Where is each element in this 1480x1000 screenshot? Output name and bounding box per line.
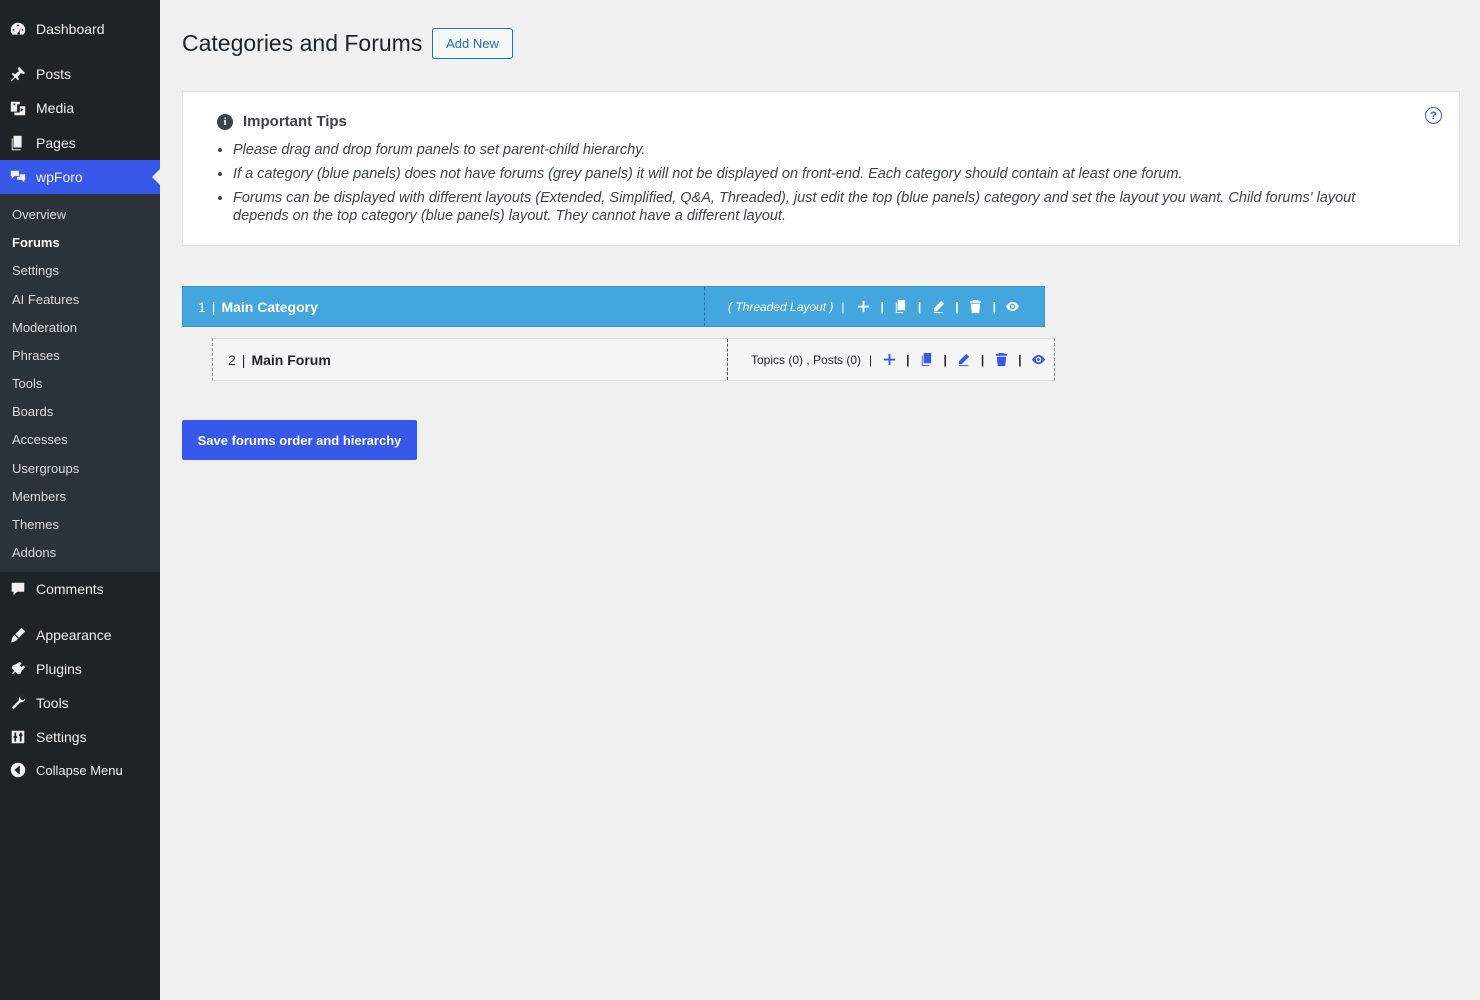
forum-name: Main Forum — [251, 351, 331, 368]
submenu-moderation[interactable]: Moderation — [12, 320, 77, 335]
page-title: Categories and Forums — [182, 30, 423, 56]
forum-actions: Topics (0) , Posts (0) | | | | | — [729, 339, 1054, 380]
menu-tools[interactable]: Tools — [0, 686, 160, 720]
pages-icon — [0, 134, 36, 152]
info-icon: i — [217, 113, 233, 130]
tips-list: Please drag and drop forum panels to set… — [233, 141, 1403, 231]
forum-id: 2 — [228, 351, 236, 368]
menu-label: Collapse Menu — [36, 762, 123, 778]
wpforo-submenu: Overview Forums Settings AI Features Mod… — [0, 194, 160, 572]
collapse-menu[interactable]: Collapse Menu — [0, 753, 160, 787]
comments-icon — [0, 580, 36, 598]
separator: | — [1018, 352, 1022, 367]
submenu-phrases[interactable]: Phrases — [12, 348, 60, 363]
submenu-overview[interactable]: Overview — [12, 207, 66, 222]
category-layout: ( Threaded Layout ) — [728, 299, 834, 314]
menu-label: wpForo — [36, 169, 83, 185]
category-actions: ( Threaded Layout ) | | | | | — [706, 287, 1045, 326]
menu-label: Comments — [36, 581, 104, 597]
menu-label: Pages — [36, 135, 76, 151]
submenu-themes[interactable]: Themes — [12, 517, 59, 532]
separator: | — [992, 299, 996, 314]
category-id: 1 — [198, 298, 206, 315]
tips-heading: i Important Tips — [217, 113, 347, 130]
submenu-settings[interactable]: Settings — [12, 263, 59, 278]
separator: | — [211, 298, 216, 315]
menu-appearance[interactable]: Appearance — [0, 618, 160, 652]
view-icon[interactable] — [1030, 351, 1048, 369]
delete-icon[interactable] — [967, 298, 985, 316]
appearance-icon — [0, 626, 36, 644]
delete-icon[interactable] — [992, 351, 1010, 369]
add-forum-icon[interactable] — [855, 298, 873, 316]
menu-pages[interactable]: Pages — [0, 126, 160, 160]
save-hierarchy-button[interactable]: Save forums order and hierarchy — [182, 420, 417, 460]
tip-item: Forums can be displayed with different l… — [233, 189, 1403, 225]
menu-label: Dashboard — [36, 21, 105, 37]
menu-comments[interactable]: Comments — [0, 572, 160, 606]
tip-item: If a category (blue panels) does not hav… — [233, 165, 1403, 183]
tips-title: Important Tips — [243, 113, 347, 130]
separator: | — [880, 299, 884, 314]
submenu-tools[interactable]: Tools — [12, 376, 42, 391]
menu-settings[interactable]: Settings — [0, 720, 160, 754]
settings-icon — [0, 728, 36, 746]
menu-label: Tools — [36, 695, 69, 711]
submenu-usergroups[interactable]: Usergroups — [12, 461, 79, 476]
submenu-accesses[interactable]: Accesses — [12, 432, 68, 447]
pin-icon — [0, 65, 36, 83]
add-new-button[interactable]: Add New — [432, 28, 513, 59]
media-icon — [0, 99, 36, 117]
tip-item: Please drag and drop forum panels to set… — [233, 141, 1403, 159]
edit-icon[interactable] — [955, 351, 973, 369]
admin-sidebar: Dashboard Posts Media Pages wpForo Overv… — [0, 0, 160, 1000]
view-icon[interactable] — [1004, 298, 1022, 316]
menu-posts[interactable]: Posts — [0, 57, 160, 91]
wrench-icon — [0, 694, 36, 712]
duplicate-icon[interactable] — [892, 298, 910, 316]
separator: | — [841, 299, 845, 314]
category-name: Main Category — [221, 298, 318, 315]
menu-dashboard[interactable]: Dashboard — [0, 12, 160, 46]
menu-media[interactable]: Media — [0, 91, 160, 125]
submenu-members[interactable]: Members — [12, 489, 66, 504]
dashboard-icon — [0, 20, 36, 38]
collapse-icon — [0, 761, 36, 779]
menu-label: Plugins — [36, 661, 82, 677]
forum-title: 2 | Main Forum — [213, 339, 728, 380]
category-title: 1 | Main Category — [183, 287, 705, 326]
separator: | — [241, 351, 246, 368]
duplicate-icon[interactable] — [918, 351, 936, 369]
separator: | — [955, 299, 959, 314]
category-panel[interactable]: 1 | Main Category ( Threaded Layout ) | … — [182, 286, 1045, 327]
forum-panel[interactable]: 2 | Main Forum Topics (0) , Posts (0) | … — [212, 338, 1055, 381]
menu-label: Appearance — [36, 627, 112, 643]
separator: | — [980, 352, 985, 367]
forum-stats: Topics (0) , Posts (0) — [751, 352, 862, 367]
menu-label: Settings — [36, 729, 87, 745]
menu-wpforo[interactable]: wpForo — [0, 160, 160, 194]
menu-plugins[interactable]: Plugins — [0, 652, 160, 686]
separator: | — [917, 299, 922, 314]
help-icon[interactable]: ? — [1425, 107, 1442, 124]
edit-icon[interactable] — [929, 298, 947, 316]
separator: | — [906, 352, 910, 367]
add-subforum-icon[interactable] — [880, 351, 898, 369]
wpforo-icon — [0, 168, 36, 186]
menu-label: Posts — [36, 66, 72, 82]
menu-label: Media — [36, 100, 75, 116]
important-tips-box: i Important Tips Please drag and drop fo… — [182, 91, 1460, 246]
submenu-addons[interactable]: Addons — [12, 545, 56, 560]
plugins-icon — [0, 660, 36, 678]
separator: | — [943, 352, 947, 367]
submenu-forums[interactable]: Forums — [12, 235, 60, 250]
separator: | — [869, 352, 873, 367]
submenu-boards[interactable]: Boards — [12, 404, 53, 419]
submenu-ai-features[interactable]: AI Features — [12, 292, 79, 307]
